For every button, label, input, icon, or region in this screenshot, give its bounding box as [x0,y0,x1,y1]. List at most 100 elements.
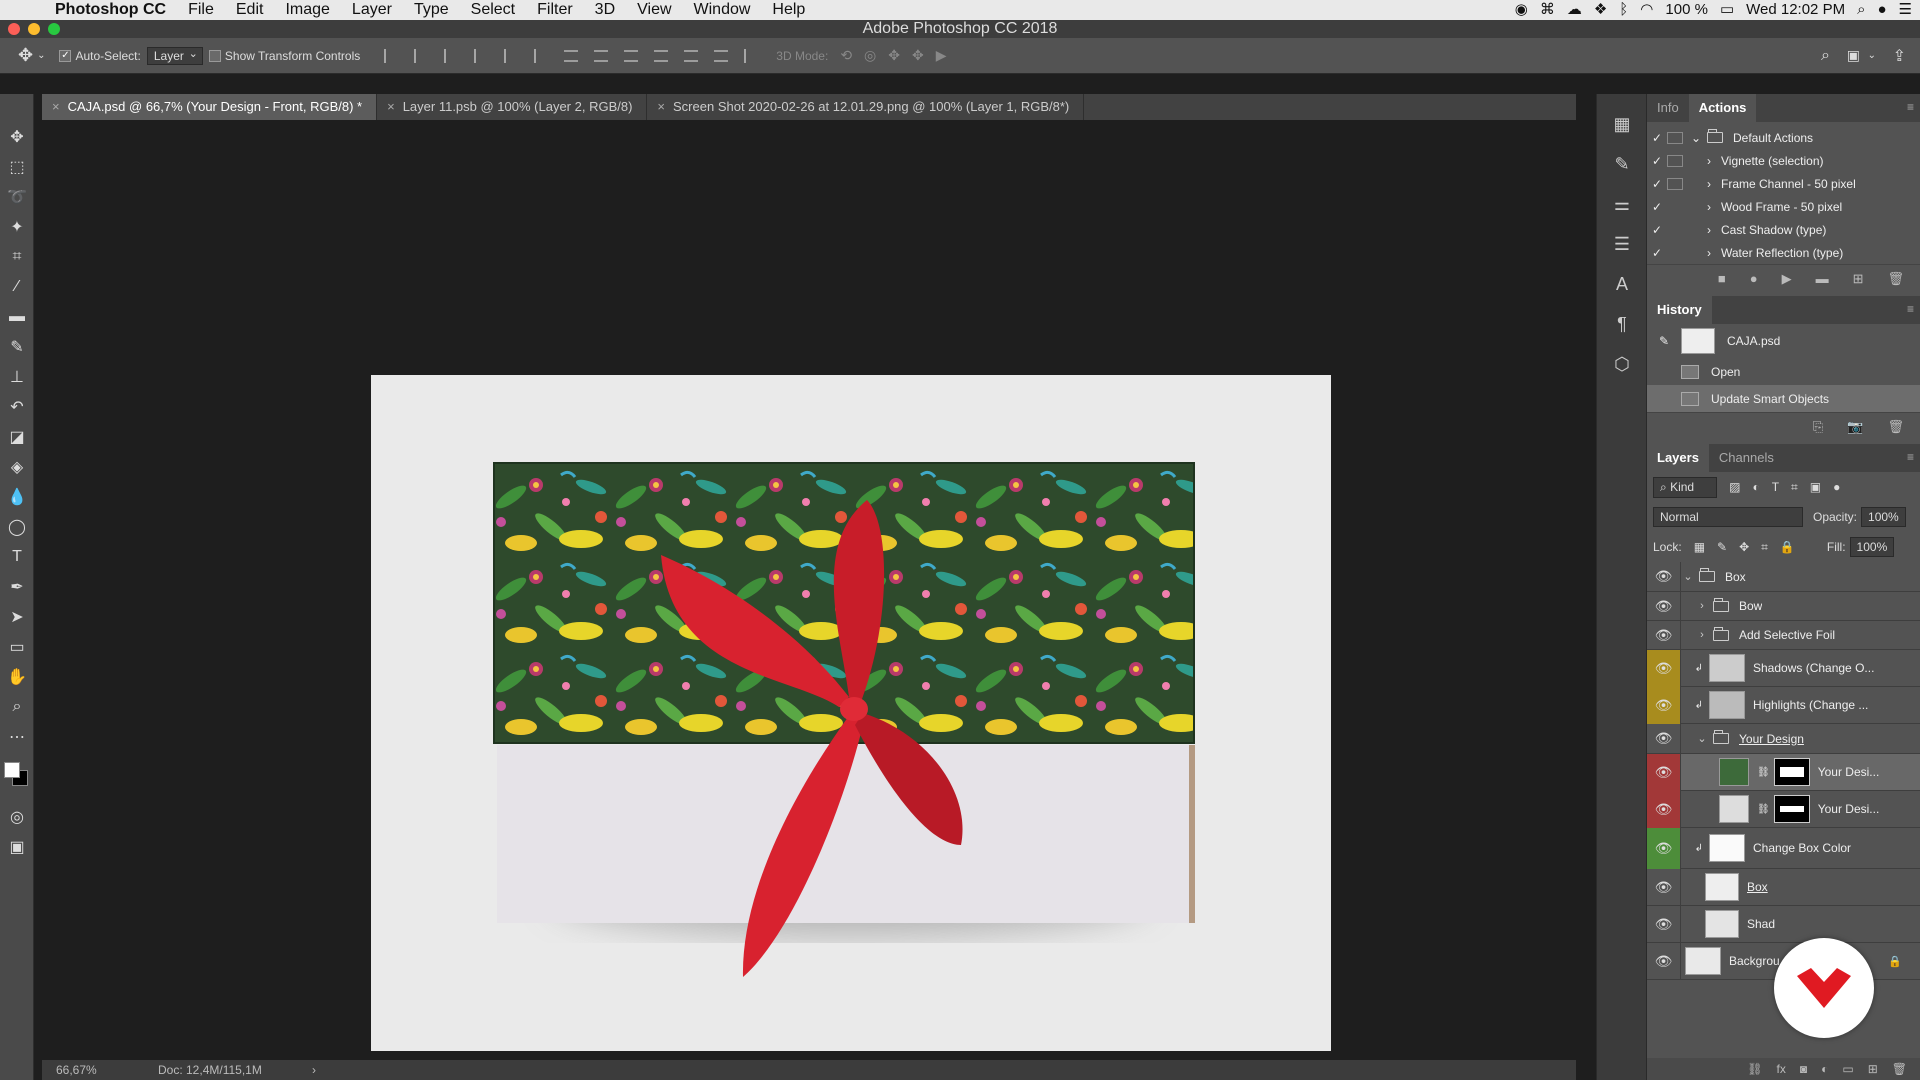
tab-layers[interactable]: Layers [1647,444,1709,472]
layer-row-highlights[interactable]: 👁 ↲ Highlights (Change ... [1647,686,1920,724]
screen-mode-icon[interactable]: ▣ [0,832,34,862]
trash-icon[interactable]: 🗑 [1892,1062,1907,1076]
clock[interactable]: Wed 12:02 PM [1746,0,1845,20]
document-canvas[interactable] [371,375,1331,1051]
menu-type[interactable]: Type [403,0,460,20]
move-tool-preset-icon[interactable]: ✥ [18,45,33,66]
panel-menu-icon[interactable]: ≡ [1907,302,1914,316]
distribute-top-icon[interactable] [564,49,579,62]
menu-help[interactable]: Help [761,0,816,20]
history-snapshot[interactable]: ✎ CAJA.psd [1647,324,1920,358]
align-top-icon[interactable] [384,48,398,63]
filter-adjustment-icon[interactable]: ◐ [1752,480,1759,494]
foreground-color-swatch[interactable] [4,762,20,778]
brush-tool-icon[interactable]: ✎ [0,332,34,362]
menu-layer[interactable]: Layer [341,0,403,20]
dropbox-icon[interactable]: ❖ [1594,0,1607,20]
new-group-icon[interactable]: ▭ [1842,1062,1853,1076]
menu-app-name[interactable]: Photoshop CC [44,0,177,20]
record-action-icon[interactable]: ● [1750,271,1758,286]
fill-input[interactable]: 100% [1849,537,1895,557]
chevron-down-icon[interactable]: ⌄ [1695,732,1709,745]
more-tools-icon[interactable]: ⋯ [0,722,34,752]
paragraph-panel-icon[interactable]: ¶ [1597,304,1647,344]
battery-icon[interactable]: ▭ [1720,0,1734,20]
rectangle-tool-icon[interactable]: ▭ [0,632,34,662]
layer-row-change-box-color[interactable]: 👁 ↲ Change Box Color [1647,827,1920,869]
layer-mask-thumbnail[interactable] [1773,795,1810,823]
close-tab-icon[interactable]: × [52,99,60,114]
menu-edit[interactable]: Edit [225,0,275,20]
canvas-area[interactable] [42,120,1576,1060]
paint-bucket-tool-icon[interactable]: ◈ [0,452,34,482]
move-tool-icon[interactable]: ✥ [0,122,34,152]
visibility-eye-icon[interactable]: 👁 [1647,753,1681,791]
layer-row-box[interactable]: 👁 Box [1647,868,1920,906]
tab-history[interactable]: History [1647,296,1712,324]
layer-row-shadows[interactable]: 👁 ↲ Shadows (Change O... [1647,649,1920,687]
lock-artboard-icon[interactable]: ⌗ [1761,540,1768,555]
panel-menu-icon[interactable]: ≡ [1907,450,1914,464]
align-right-icon[interactable] [534,48,548,63]
action-row[interactable]: ✓ › Cast Shadow (type) [1647,218,1920,241]
visibility-eye-icon[interactable]: 👁 [1647,561,1681,592]
new-action-icon[interactable]: ⊞ [1853,271,1864,287]
lock-all-icon[interactable]: 🔒 [1780,540,1795,554]
tab-channels[interactable]: Channels [1709,444,1784,472]
trash-icon[interactable]: 🗑 [1887,271,1904,287]
tab-screenshot-png[interactable]: × Screen Shot 2020-02-26 at 12.01.29.png … [647,94,1085,120]
distribute-right-icon[interactable] [714,49,729,62]
healing-brush-tool-icon[interactable]: ▬ [0,302,34,332]
visibility-eye-icon[interactable]: 👁 [1647,591,1681,621]
record-icon[interactable]: ◉ [1515,0,1528,20]
properties-panel-icon[interactable]: ☰ [1597,224,1647,264]
workspace-icon[interactable]: ▣ [1847,47,1860,64]
layer-row-your-design-group[interactable]: 👁 ⌄ Your Design [1647,723,1920,754]
chevron-down-icon[interactable]: ⌄ [1681,570,1695,583]
align-left-icon[interactable] [474,48,488,63]
link-icon[interactable]: ⛓ [1757,804,1770,815]
menu-view[interactable]: View [626,0,682,20]
lock-image-icon[interactable]: ✎ [1717,540,1727,554]
visibility-eye-icon[interactable]: 👁 [1647,649,1681,687]
tab-actions[interactable]: Actions [1688,94,1757,122]
command-icon[interactable]: ⌘ [1540,0,1555,20]
new-set-icon[interactable]: ▬ [1816,271,1829,286]
filter-kind-dropdown[interactable]: ⌕ Kind [1653,476,1718,498]
layer-row-your-design-front[interactable]: 👁 ⛓ Your Desi... [1647,753,1920,791]
stop-icon[interactable]: ■ [1718,271,1726,286]
new-document-from-state-icon[interactable]: ⎘ [1813,419,1823,435]
wifi-icon[interactable]: ◠ [1640,0,1653,20]
filter-type-icon[interactable]: T [1772,480,1779,494]
align-vertical-center-icon[interactable] [414,48,428,63]
blur-tool-icon[interactable]: 💧 [0,482,34,512]
panel-menu-icon[interactable]: ≡ [1907,100,1914,114]
hand-tool-icon[interactable]: ✋ [0,662,34,692]
new-layer-icon[interactable]: ⊞ [1868,1062,1878,1076]
play-icon[interactable]: ▶ [1782,271,1792,287]
adjustments-panel-icon[interactable]: ⚌ [1597,184,1647,224]
trash-icon[interactable]: 🗑 [1887,419,1904,435]
spotlight-search-icon[interactable]: ⌕ [1857,0,1865,20]
visibility-eye-icon[interactable]: 👁 [1647,723,1681,754]
tab-layer11-psb[interactable]: × Layer 11.psb @ 100% (Layer 2, RGB/8) [377,94,648,120]
action-row[interactable]: ✓ › Vignette (selection) [1647,149,1920,172]
layer-style-icon[interactable]: fx [1777,1062,1786,1076]
layer-mask-thumbnail[interactable] [1773,758,1810,786]
add-mask-icon[interactable]: ◙ [1800,1062,1807,1076]
type-tool-icon[interactable]: T [0,542,34,572]
visibility-eye-icon[interactable]: 👁 [1647,942,1681,980]
distribute-left-icon[interactable] [654,49,669,62]
visibility-eye-icon[interactable]: 👁 [1647,790,1681,828]
tab-info[interactable]: Info [1647,94,1689,122]
auto-align-icon[interactable] [744,48,758,63]
close-tab-icon[interactable]: × [657,99,665,114]
menu-window[interactable]: Window [683,0,762,20]
lock-transparent-icon[interactable]: ▦ [1694,540,1705,554]
link-layers-icon[interactable]: ⛓ [1747,1062,1762,1076]
visibility-eye-icon[interactable]: 👁 [1647,686,1681,724]
magic-wand-tool-icon[interactable]: ✦ [0,212,34,242]
new-adjustment-icon[interactable]: ◐ [1821,1062,1828,1076]
eyedropper-tool-icon[interactable]: ⁄ [0,272,34,302]
zoom-window-button[interactable] [48,23,60,35]
